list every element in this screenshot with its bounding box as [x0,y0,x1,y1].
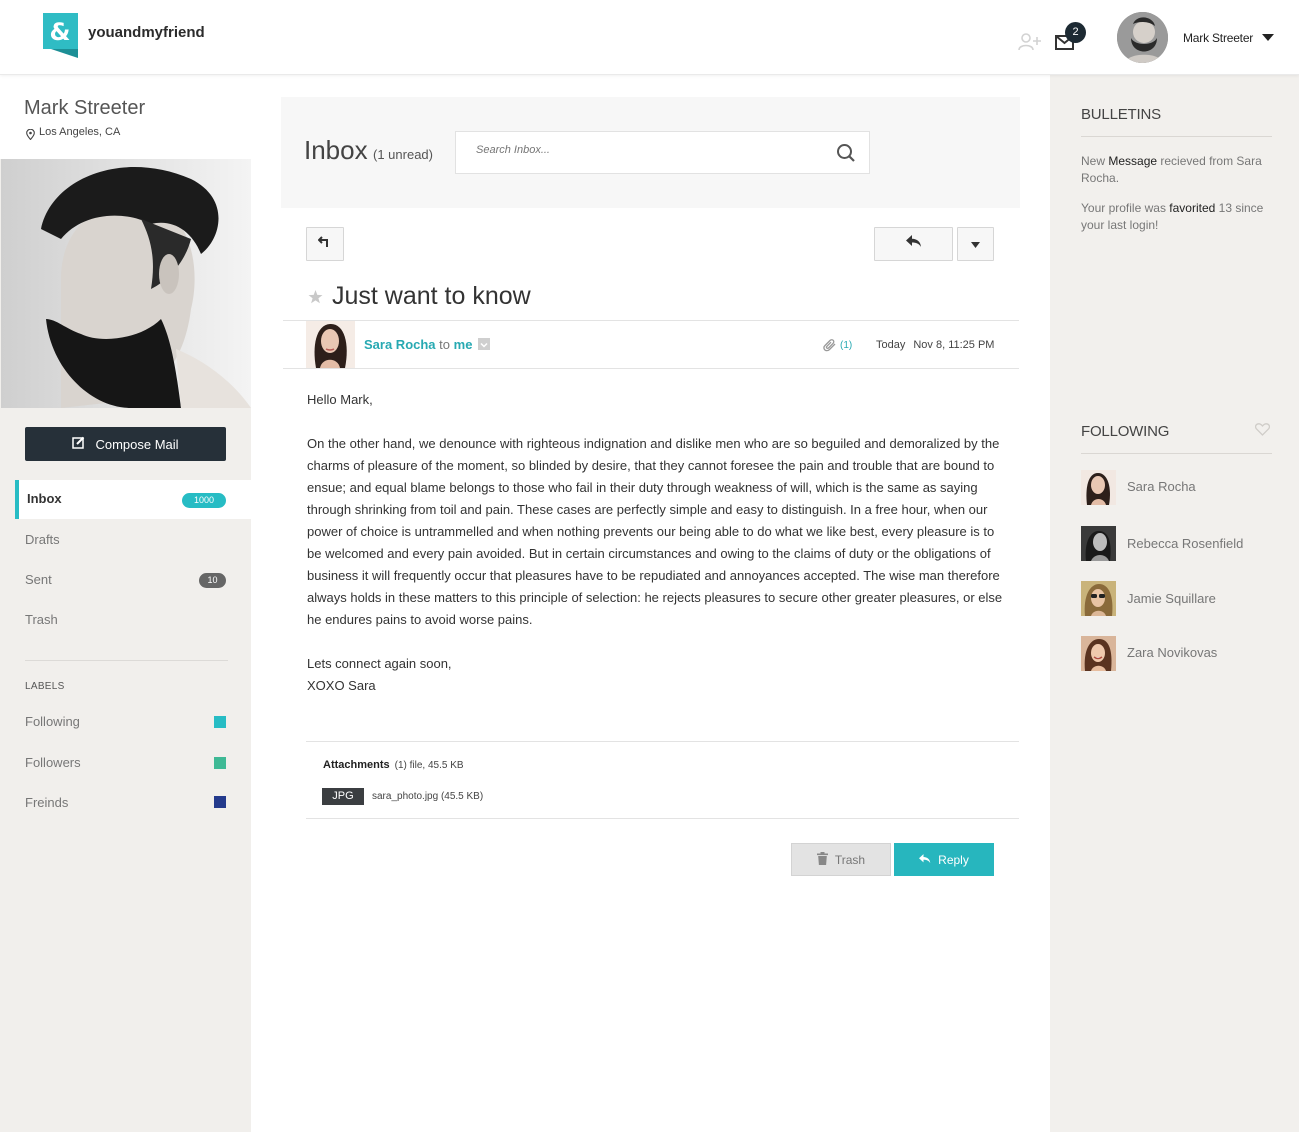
file-type-badge: JPG [322,788,364,805]
inbox-count-badge: 1000 [182,493,226,508]
caret-down-icon [971,235,980,253]
sidebar-item-drafts[interactable]: Drafts [25,532,60,547]
star-icon[interactable] [308,290,323,309]
more-actions-button[interactable] [957,227,994,261]
location-pin-icon [26,127,35,145]
following-avatar[interactable] [1081,470,1116,505]
profile-location: Los Angeles, CA [39,126,121,138]
sent-count-badge: 10 [199,573,226,588]
to-word: to [439,337,451,352]
label-following[interactable]: Following [25,714,80,729]
separator [283,320,1019,321]
signature: XOXO Sara [307,678,376,693]
label-freinds-swatch [214,796,226,808]
user-name[interactable]: Mark Streeter [1183,31,1253,45]
following-name[interactable]: Rebecca Rosenfield [1127,536,1243,551]
sidebar-divider [25,660,228,661]
sidebar-item-sent[interactable]: Sent [25,572,52,587]
top-header: & youandmyfriend 2 Mark Streeter [0,0,1299,75]
bulletins-heading: BULLETINS [1081,106,1161,123]
recipient[interactable]: me [454,337,473,352]
following-name[interactable]: Jamie Squillare [1127,591,1216,606]
bulletin-highlight[interactable]: Message [1108,154,1157,168]
back-arrow-icon [317,235,332,253]
greeting: Hello Mark, [307,392,373,407]
following-heading: FOLLOWING [1081,423,1170,440]
label-following-swatch [214,716,226,728]
search-box [455,131,870,174]
profile-name: Mark Streeter [24,97,146,119]
following-divider [1081,453,1272,454]
compose-label: Compose Mail [95,436,179,452]
closing: Lets connect again soon, [307,656,452,671]
attachment-file-link[interactable]: sara_photo.jpg (45.5 KB) [372,791,483,802]
bulletin-text: New [1081,154,1109,168]
back-button[interactable] [306,227,344,261]
label-followers[interactable]: Followers [25,755,81,770]
unread-count: (1 unread) [373,147,433,162]
user-menu-caret-icon[interactable] [1262,34,1274,41]
reply-icon [919,853,931,867]
label-freinds[interactable]: Freinds [25,795,68,810]
bulletins-divider [1081,136,1272,137]
add-friend-icon[interactable] [1018,33,1042,56]
user-avatar[interactable] [1117,12,1168,63]
bulletin-item: New Message recieved from Sara Rocha. [1081,153,1266,187]
compose-icon [72,436,85,452]
trash-label: Trash [834,852,866,867]
attachment-count[interactable]: (1) [840,340,852,351]
sender-avatar[interactable] [306,321,355,368]
following-avatar[interactable] [1081,581,1116,616]
brand-name[interactable]: youandmyfriend [88,24,205,41]
labels-heading: LABELS [25,681,65,692]
search-icon[interactable] [836,143,856,168]
following-avatar[interactable] [1081,526,1116,561]
reply-button[interactable]: Reply [894,843,994,876]
message-body: Hello Mark, On the other hand, we denoun… [307,389,1007,697]
following-name[interactable]: Sara Rocha [1127,479,1196,494]
following-avatar[interactable] [1081,636,1116,671]
label-followers-swatch [214,757,226,769]
attachments-label: Attachments [323,759,390,771]
reply-toolbar-button[interactable] [874,227,953,261]
sidebar-item-inbox-label[interactable]: Inbox [27,491,62,506]
trash-icon [816,851,828,868]
bulletin-item: Your profile was favorited 13 since your… [1081,200,1266,234]
trash-button[interactable]: Trash [791,843,891,876]
attachments-meta: (1) file, 45.5 KB [394,760,464,771]
svg-text:&: & [50,18,71,46]
date-value: Nov 8, 11:25 PM [913,339,995,351]
left-sidebar: Mark Streeter Los Angeles, CA Compose Ma… [0,75,251,1132]
heart-icon[interactable] [1254,423,1271,441]
bulletin-text: Your profile was [1081,201,1170,215]
reply-icon [905,235,922,253]
date-label: Today [876,339,906,351]
profile-photo [1,159,251,408]
sender-line: Sara Rocha to me [364,337,472,352]
sender-name[interactable]: Sara Rocha [364,337,436,352]
paperclip-icon [823,339,837,357]
inbox-title: Inbox [304,135,368,165]
message-date: Today Nov 8, 11:25 PM [876,339,994,351]
separator [283,368,1019,369]
messages-badge: 2 [1065,22,1086,43]
compose-mail-button[interactable]: Compose Mail [25,427,226,461]
message-subject: Just want to know [332,282,531,310]
brand-logo[interactable]: & [43,13,78,58]
sidebar-item-trash[interactable]: Trash [25,612,58,627]
reply-label: Reply [938,852,969,867]
sender-details-toggle[interactable] [478,338,490,350]
following-name[interactable]: Zara Novikovas [1127,645,1217,660]
separator [306,741,1019,742]
attachments-header: Attachments (1) file, 45.5 KB [323,759,464,771]
body-paragraph: On the other hand, we denounce with righ… [307,436,1003,627]
bulletin-highlight[interactable]: favorited [1169,201,1215,215]
separator [306,818,1019,819]
search-input[interactable] [476,144,806,156]
